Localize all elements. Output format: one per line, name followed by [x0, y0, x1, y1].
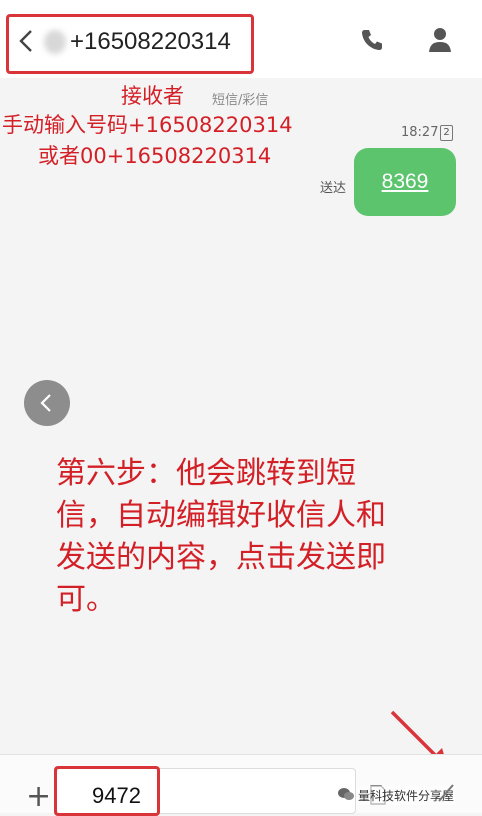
step-instruction-line-3: 发送的内容，点击发送即 — [56, 540, 386, 575]
contact-person-icon[interactable] — [428, 27, 452, 53]
phone-icon[interactable] — [360, 28, 384, 52]
chevron-left-icon — [40, 394, 51, 412]
channel-label: 短信/彩信 — [212, 93, 269, 108]
delivery-status: 送达 — [320, 181, 347, 196]
floating-back-button[interactable] — [24, 380, 70, 426]
wechat-watermark-icon — [338, 786, 354, 800]
message-time: 18:27 — [401, 125, 439, 140]
step-instruction-line-2: 信，自动编辑好收信人和 — [56, 498, 386, 533]
annotation-or-format: 或者00+16508220314 — [38, 144, 272, 168]
annotation-manual-input: 手动输入号码+16508220314 — [2, 113, 293, 137]
step-instruction-line-4: 可。 — [56, 582, 116, 617]
sim-slot-badge: 2 — [440, 125, 453, 141]
message-text: 8369 — [381, 170, 429, 193]
add-attachment-plus-icon[interactable]: + — [26, 782, 51, 812]
message-input-value: 9472 — [92, 783, 141, 808]
recipient-highlight-box — [6, 14, 254, 74]
step-instruction-line-1: 第六步：他会跳转到短 — [56, 456, 356, 491]
sent-message-bubble[interactable]: 8369 — [354, 148, 456, 216]
send-icon[interactable] — [436, 782, 456, 804]
annotation-receiver: 接收者 — [121, 84, 184, 108]
